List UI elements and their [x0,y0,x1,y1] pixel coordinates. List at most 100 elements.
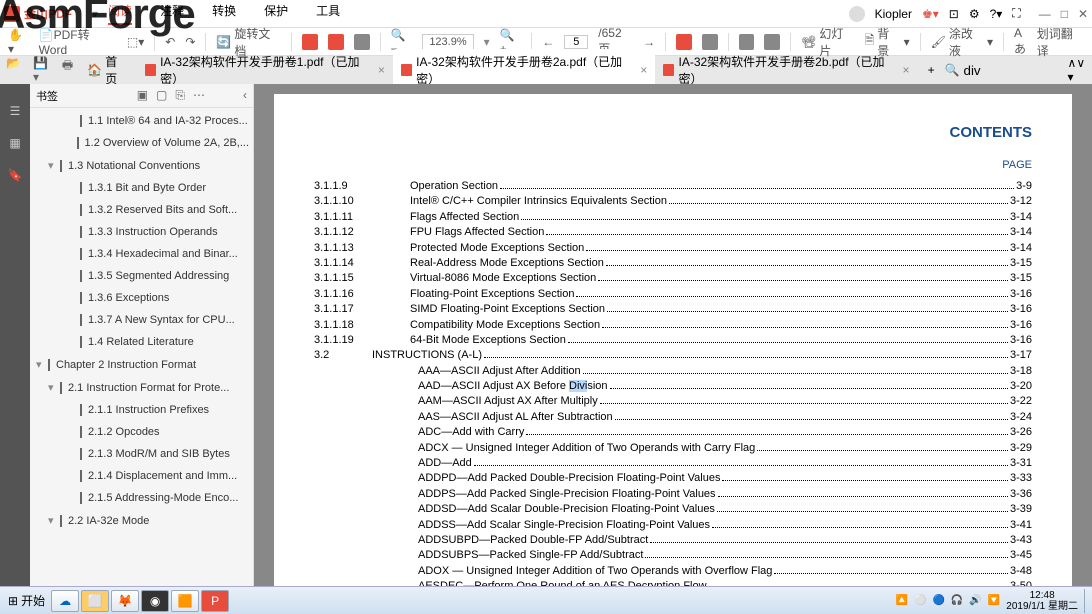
close-icon[interactable]: × [903,63,910,77]
page-input[interactable] [564,35,588,49]
dropdown-icon[interactable]: ▾ [92,7,98,21]
windows-taskbar: ⊞ 开始 ☁ ⬜ 🦊 ◉ 🟧 P 🔼 ⚪ 🔵 🎧 🔊 🔽 12:48 2019/… [0,586,1092,614]
view-single-icon[interactable] [302,34,318,50]
document-view[interactable]: CONTENTS PAGE 3.1.1.9Operation Section3-… [254,84,1092,586]
toc-line: 3.1.1.16Floating-Point Exceptions Sectio… [314,287,1032,302]
taskbar-app-5[interactable]: 🟧 [171,590,199,612]
outline-item[interactable]: 1.3.2 Reserved Bits and Soft... [30,199,253,221]
close-icon[interactable]: × [378,63,385,77]
tray-icon[interactable]: 🔵 [932,595,944,606]
print-icon[interactable]: 🖶 [62,56,73,84]
menu-convert[interactable]: 转换 [212,2,236,25]
menu-bar: 阅读 注释 转换 保护 工具 [108,2,849,25]
outline-item[interactable]: ▾2.1 Instruction Format for Prote... [30,376,253,399]
search-input[interactable] [964,63,1064,78]
bookmark-del-icon[interactable]: ▢ [156,88,167,103]
outline-item[interactable]: ▾2.2 IA-32e Mode [30,509,253,532]
tray-icon[interactable]: 🎧 [951,595,963,606]
layout-two-cont-icon[interactable] [764,34,780,50]
attach-icon[interactable]: 🔖 [8,168,23,182]
open-icon[interactable]: 📂 [6,56,21,84]
outline-item[interactable]: 1.3.3 Instruction Operands [30,221,253,243]
hand-tool[interactable]: ✋▾ [8,28,29,56]
help-icon[interactable]: ?▾ [990,7,1003,21]
maximize-button[interactable]: □ [1061,7,1068,21]
outline-item[interactable]: 1.3.1 Bit and Byte Order [30,177,253,199]
clock[interactable]: 12:48 2019/1/1 星期二 [1006,590,1078,612]
outline-item[interactable]: 1.3.7 A New Syntax for CPU... [30,309,253,331]
settings-icon[interactable]: ⚙ [969,7,980,21]
toc-line: 3.1.1.9Operation Section3-9 [314,179,1032,194]
bookmark-opts-icon[interactable]: ⋯ [193,88,205,103]
minimize-button[interactable]: — [1039,7,1051,21]
user-avatar[interactable] [849,6,865,22]
home-tab[interactable]: 🏠 首页 [87,53,127,87]
outline-item[interactable]: 2.1.2 Opcodes [30,421,253,443]
outline-item[interactable]: 1.3.4 Hexadecimal and Binar... [30,243,253,265]
zoom-value[interactable]: 123.9% [422,34,473,50]
correction-button[interactable]: 🖌 涂改液 ▾ [931,25,993,59]
pdf-page: CONTENTS PAGE 3.1.1.9Operation Section3-… [274,94,1072,586]
translate-button[interactable]: Aあ 划词翻译 [1014,25,1084,59]
taskbar-app-1[interactable]: ☁ [51,590,79,612]
sidebar-collapse-icon[interactable]: ‹ [243,88,247,103]
prev-page-button[interactable]: ← [542,35,554,49]
menu-annotate[interactable]: 注释 [160,2,184,25]
outline-item[interactable]: 1.3.5 Segmented Addressing [30,265,253,287]
outline-item[interactable]: 1.3.6 Exceptions [30,287,253,309]
outline-item[interactable]: 2.1.4 Displacement and Imm... [30,465,253,487]
taskbar-wps[interactable]: P [201,590,229,612]
taskbar-firefox[interactable]: 🦊 [111,590,139,612]
menu-tools[interactable]: 工具 [316,2,340,25]
toc-line: AAS—ASCII Adjust AL After Subtraction3-2… [314,410,1032,425]
start-button[interactable]: ⊞ 开始 [2,590,51,611]
menu-read[interactable]: 阅读 [108,2,132,25]
toc-line: ADDPS—Add Packed Single-Precision Floati… [314,487,1032,502]
bookmark-nav-icon[interactable]: ⎘ [175,88,185,103]
layout-single-icon[interactable] [676,34,692,50]
scan-icon[interactable]: ⊡ [949,7,959,21]
taskbar-obs[interactable]: ◉ [141,590,169,612]
outline-item[interactable]: 1.1 Intel® 64 and IA-32 Proces... [30,110,253,132]
toc-line: 3.1.1.12FPU Flags Affected Section3-14 [314,225,1032,240]
vip-icon[interactable]: ♚▾ [922,7,939,21]
new-tab-button[interactable]: + [928,63,935,77]
close-button[interactable]: ✕ [1078,7,1088,21]
thumbs-icon[interactable]: ▦ [9,136,20,150]
outline-item[interactable]: ▾Chapter 2 Instruction Format [30,353,253,376]
user-name[interactable]: Kiopler [875,7,912,21]
outline-item[interactable]: 2.1.3 ModR/M and SIB Bytes [30,443,253,465]
app-icon [4,6,20,22]
outline-item[interactable]: 1.2 Overview of Volume 2A, 2B,... [30,132,253,154]
tray-icon[interactable]: 🔼 [896,595,908,606]
taskbar-app-2[interactable]: ⬜ [81,590,109,612]
undo-button[interactable]: ↶ [165,35,175,49]
toc-line: 3.1.1.11Flags Affected Section3-14 [314,210,1032,225]
close-icon[interactable]: × [640,63,647,77]
save-icon[interactable]: 💾▾ [33,56,50,84]
view-wide-icon[interactable] [354,34,370,50]
show-desktop[interactable] [1084,589,1090,613]
outline-item[interactable]: 1.4 Related Literature [30,331,253,353]
tabbar: 📂 💾▾ 🖶 🏠 首页 IA-32架构软件开发手册卷1.pdf（已加密）× IA… [0,56,1092,84]
fullscreen-icon[interactable]: ⛶ [1012,6,1020,21]
view-fit-icon[interactable] [328,34,344,50]
search-menu-icon[interactable]: ∧∨ ▾ [1068,56,1086,84]
outline-item[interactable]: 2.1.1 Instruction Prefixes [30,399,253,421]
toc-line: AAA—ASCII Adjust After Addition3-18 [314,364,1032,379]
next-page-button[interactable]: → [643,35,655,49]
tray-volume-icon[interactable]: 🔊 [969,595,981,606]
tray-icon[interactable]: ⚪ [914,595,926,606]
redo-button[interactable]: ↷ [185,35,195,49]
select-tool[interactable]: ⬚▾ [127,35,144,49]
layout-cont-icon[interactable] [702,34,718,50]
bookmark-add-icon[interactable]: ▣ [137,88,148,103]
outline-item[interactable]: ▾1.3 Notational Conventions [30,154,253,177]
menu-protect[interactable]: 保护 [264,2,288,25]
layout-two-icon[interactable] [739,34,755,50]
app-name: 金山PDF [24,5,72,22]
outline-icon[interactable]: ☰ [10,104,21,118]
outline-item[interactable]: 2.1.5 Addressing-Mode Enco... [30,487,253,509]
contents-heading: CONTENTS [314,124,1032,141]
tray-icon[interactable]: 🔽 [988,595,1000,606]
